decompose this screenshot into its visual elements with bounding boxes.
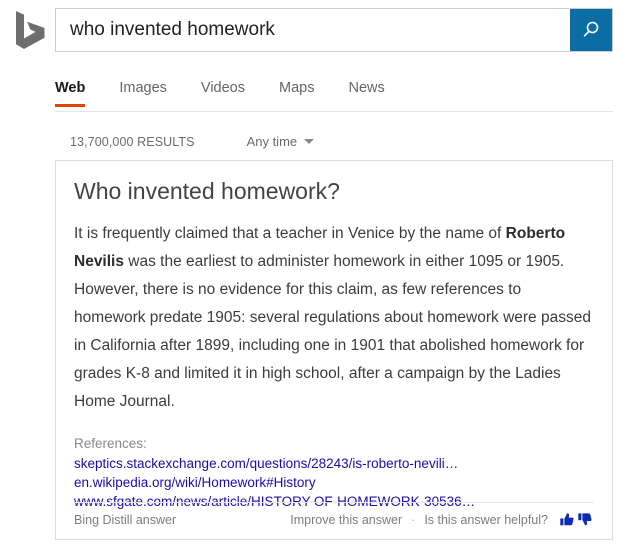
thumbs-up-icon	[560, 513, 574, 526]
bing-logo-icon[interactable]	[14, 10, 48, 50]
answer-card: Who invented homework? It is frequently …	[55, 160, 613, 540]
tab-web[interactable]: Web	[55, 76, 86, 107]
footer-divider	[74, 502, 594, 503]
bing-logo-glyph	[16, 11, 45, 49]
answer-body: It is frequently claimed that a teacher …	[74, 220, 594, 416]
nav-divider	[55, 111, 613, 112]
tab-images[interactable]: Images	[119, 76, 167, 107]
answer-card-content: Who invented homework? It is frequently …	[56, 161, 612, 511]
bing-search-results-page: Web Images Videos Maps News 13,700,000 R…	[0, 0, 630, 547]
footer-separator: ·	[411, 513, 416, 527]
time-filter-label: Any time	[246, 134, 298, 149]
tab-news-label: News	[348, 80, 385, 96]
references-label: References:	[74, 435, 147, 451]
chevron-down-icon	[304, 139, 315, 144]
thumbs-up-button[interactable]	[559, 512, 575, 528]
improve-answer-link[interactable]: Improve this answer	[290, 513, 402, 527]
answer-body-part1: It is frequently claimed that a teacher …	[74, 224, 506, 242]
tab-web-label: Web	[55, 80, 86, 96]
tab-images-label: Images	[119, 80, 167, 96]
reference-link[interactable]: en.wikipedia.org/wiki/Homework#History	[74, 473, 594, 492]
vertical-nav-tabs: Web Images Videos Maps News	[55, 76, 613, 112]
tab-news[interactable]: News	[348, 76, 384, 107]
reference-link[interactable]: skeptics.stackexchange.com/questions/282…	[74, 454, 594, 473]
answer-source-label: Bing Distill answer	[74, 513, 177, 527]
tab-maps-label: Maps	[279, 80, 315, 96]
search-icon	[583, 21, 599, 37]
answer-title: Who invented homework?	[74, 178, 340, 204]
results-count: 13,700,000 RESULTS	[70, 134, 195, 149]
thumbs-down-icon	[578, 513, 592, 526]
thumbs-down-button[interactable]	[577, 512, 593, 528]
search-bar	[55, 8, 613, 52]
results-info-bar: 13,700,000 RESULTS Any time	[70, 134, 315, 149]
answer-body-part2: was the earliest to administer homework …	[74, 252, 591, 410]
answer-feedback-group: Improve this answer · Is this answer hel…	[290, 512, 594, 528]
tab-videos[interactable]: Videos	[201, 76, 245, 107]
tab-videos-label: Videos	[200, 80, 245, 96]
tab-maps[interactable]: Maps	[279, 76, 314, 107]
search-button[interactable]	[570, 9, 612, 51]
answer-card-footer: Bing Distill answer Improve this answer …	[74, 509, 594, 531]
helpful-prompt: Is this answer helpful?	[424, 513, 548, 527]
time-filter-dropdown[interactable]: Any time	[247, 134, 315, 149]
references-section: References: skeptics.stackexchange.com/q…	[74, 436, 594, 511]
search-header	[0, 0, 630, 60]
search-input[interactable]	[56, 9, 570, 51]
